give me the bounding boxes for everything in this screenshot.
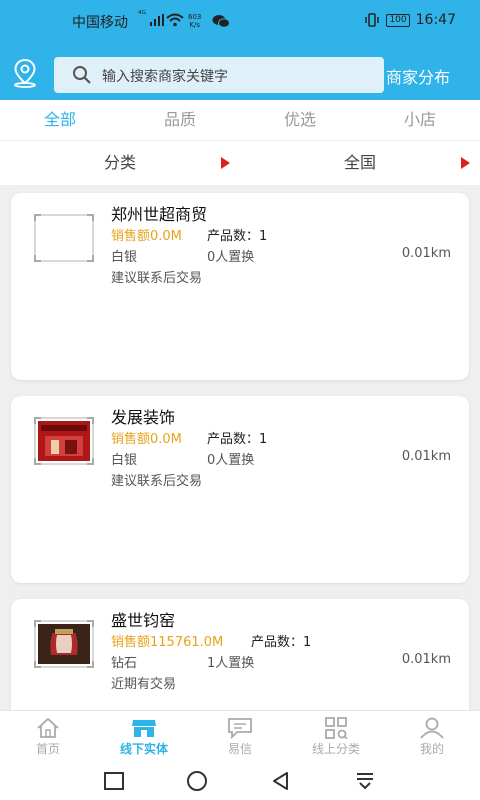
merchant-note: 建议联系后交易: [111, 474, 203, 489]
merchant-sales: 销售额115761.0M: [111, 635, 224, 650]
merchant-card[interactable]: 盛世钧窑 销售额115761.0M 产品数：1 钻石 1人置换 0.01km 近…: [11, 599, 469, 710]
tab-selected[interactable]: 优选: [240, 100, 360, 140]
nav-offline-store[interactable]: 线下实体: [96, 711, 192, 762]
merchant-exchanges: 1人置换: [207, 656, 255, 671]
merchant-card[interactable]: 郑州世超商贸 销售额0.0M 产品数：1 白银 0人置换 0.01km 建议联系…: [11, 193, 469, 380]
status-time: 16:47: [415, 12, 456, 28]
battery-icon: 100: [386, 13, 410, 27]
signal-icon: ⁴ᴳ: [138, 10, 146, 20]
category-icon: [325, 717, 348, 739]
merchant-name: 郑州世超商贸: [111, 205, 208, 224]
signal-bars-icon: [150, 14, 164, 26]
merchant-exchanges: 0人置换: [207, 453, 255, 468]
category-tabs: 全部 品质 优选 小店: [0, 100, 480, 140]
store-icon: [132, 720, 156, 737]
category-filter-label: 分类: [103, 153, 136, 172]
merchant-thumbnail: [34, 214, 94, 262]
merchant-thumbnail: [34, 620, 94, 668]
bottom-nav: 首页 线下实体 易信 线上分类 我的: [0, 710, 480, 762]
nav-online-category-label: 线上分类: [311, 742, 360, 756]
merchant-distribution-link[interactable]: 商家分布: [386, 64, 450, 88]
dropdown-arrow-icon: [221, 157, 230, 169]
category-filter[interactable]: 分类: [0, 141, 240, 185]
location-icon[interactable]: [12, 58, 38, 88]
merchant-list: 郑州世超商贸 销售额0.0M 产品数：1 白银 0人置换 0.01km 建议联系…: [0, 185, 480, 710]
merchant-distance: 0.01km: [401, 652, 451, 667]
merchant-name: 发展装饰: [111, 408, 176, 427]
system-nav-bar: [0, 762, 480, 800]
nav-messages[interactable]: 易信: [192, 711, 288, 762]
wifi-icon: [166, 13, 184, 27]
dropdown-arrow-icon: [461, 157, 470, 169]
nav-messages-label: 易信: [227, 742, 252, 756]
nav-home-label: 首页: [35, 742, 60, 756]
tab-all[interactable]: 全部: [0, 100, 120, 140]
wechat-icon: [212, 15, 230, 28]
merchant-note: 近期有交易: [111, 677, 177, 692]
nav-profile-label: 我的: [419, 742, 444, 756]
search-input[interactable]: 输入搜索商家关键字: [54, 57, 384, 93]
nav-home[interactable]: 首页: [0, 711, 96, 762]
message-icon: [228, 718, 252, 739]
status-bar: 中国移动 ⁴ᴳ 603 K/s 100 16:47: [0, 0, 480, 44]
merchant-product-count: 产品数：1: [251, 635, 312, 650]
region-filter-label: 全国: [343, 153, 376, 172]
home-icon: [37, 717, 59, 738]
merchant-card[interactable]: 发展装饰 销售额0.0M 产品数：1 白银 0人置换 0.01km 建议联系后交…: [11, 396, 469, 583]
merchant-name: 盛世钧窑: [111, 611, 176, 630]
merchant-distance: 0.01km: [401, 449, 451, 464]
vibrate-icon: [365, 13, 380, 27]
recent-apps-icon[interactable]: [103, 770, 125, 792]
merchant-sales: 销售额0.0M: [111, 229, 182, 244]
filter-bar: 分类 全国: [0, 141, 480, 185]
nav-offline-store-label: 线下实体: [119, 742, 168, 756]
profile-icon: [420, 717, 444, 739]
status-right: 100 16:47: [364, 12, 456, 28]
region-filter[interactable]: 全国: [240, 141, 480, 185]
tab-quality[interactable]: 品质: [120, 100, 240, 140]
merchant-level: 钻石: [111, 656, 138, 671]
merchant-thumbnail: [34, 417, 94, 465]
net-speed: 603 K/s: [188, 13, 202, 29]
back-icon[interactable]: [270, 770, 292, 792]
search-placeholder: 输入搜索商家关键字: [102, 69, 228, 85]
nav-online-category[interactable]: 线上分类: [288, 711, 384, 762]
merchant-sales: 销售额0.0M: [111, 432, 182, 447]
merchant-distance: 0.01km: [401, 246, 451, 261]
merchant-level: 白银: [111, 250, 138, 265]
merchant-product-count: 产品数：1: [207, 432, 268, 447]
home-circle-icon[interactable]: [186, 770, 208, 792]
merchant-exchanges: 0人置换: [207, 250, 255, 265]
merchant-note: 建议联系后交易: [111, 271, 203, 286]
tab-small-shop[interactable]: 小店: [360, 100, 480, 140]
search-icon: [73, 66, 91, 84]
merchant-product-count: 产品数：1: [207, 229, 268, 244]
app-header: 输入搜索商家关键字 商家分布: [0, 44, 480, 100]
carrier-name: 中国移动: [72, 15, 128, 31]
nav-profile[interactable]: 我的: [384, 711, 480, 762]
notification-pulldown-icon[interactable]: [354, 770, 376, 792]
merchant-level: 白银: [111, 453, 138, 468]
